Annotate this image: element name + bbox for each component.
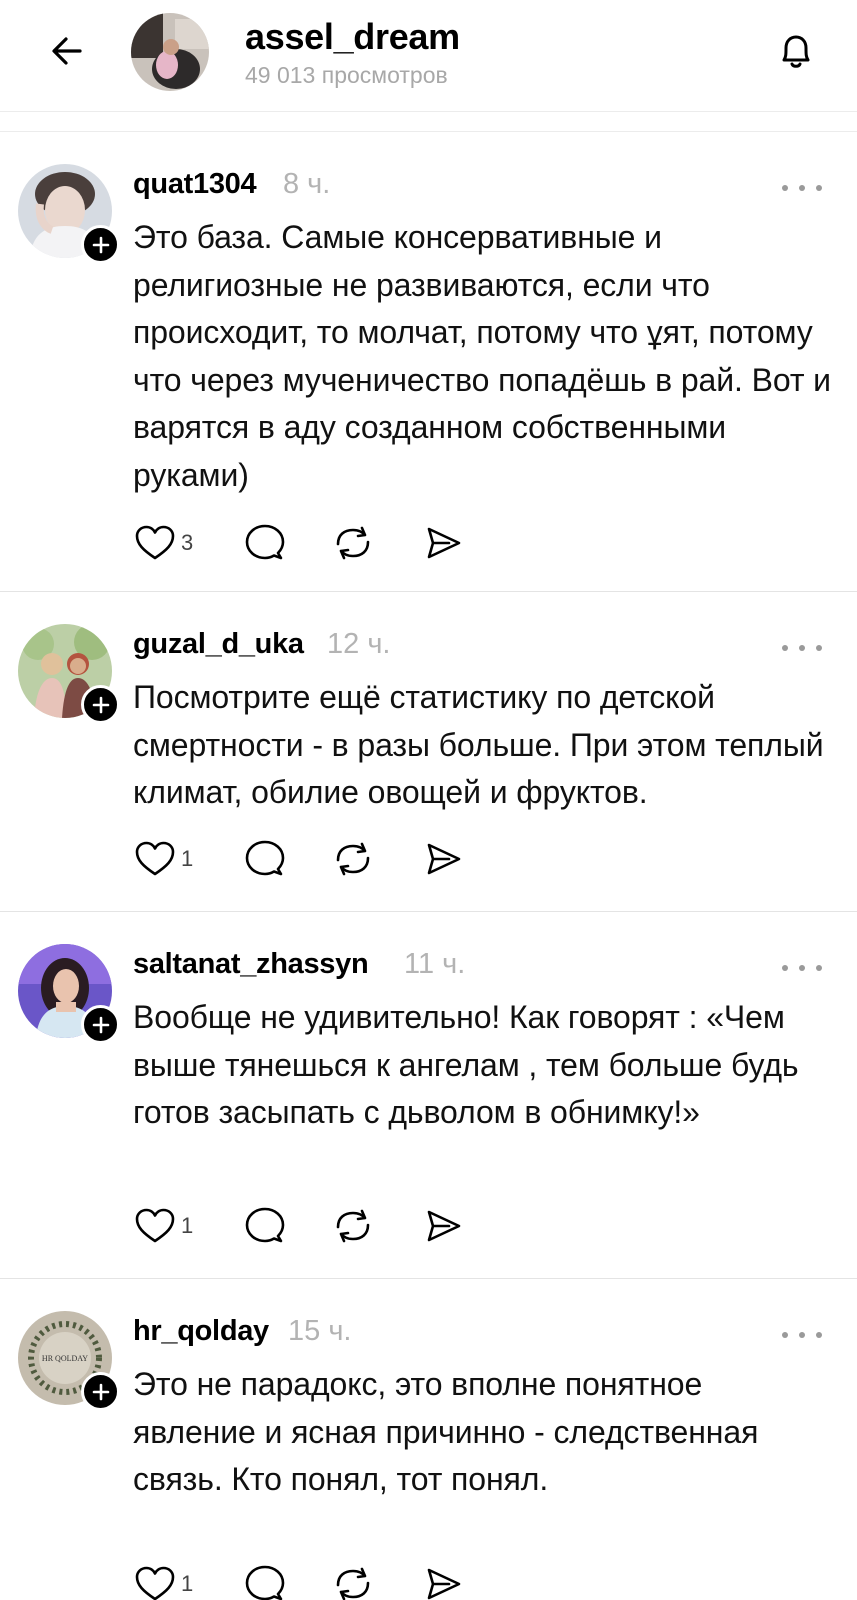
repost-icon: [336, 842, 370, 876]
heart-icon: [135, 1566, 175, 1600]
top-bar: assel_dream 49 013 просмотров: [0, 0, 857, 112]
like-button[interactable]: 1: [133, 1562, 193, 1600]
like-count: 1: [181, 1571, 194, 1596]
like-count: 1: [181, 1213, 194, 1238]
more-options-button[interactable]: [782, 958, 822, 978]
share-button[interactable]: [421, 521, 465, 565]
repost-icon: [336, 1209, 370, 1243]
comment-time: 15 ч.: [288, 1315, 352, 1347]
comment-post: guzal_d_uka 12 ч. Посмотрите ещё статист…: [0, 592, 857, 912]
send-icon: [427, 527, 461, 559]
more-options-button[interactable]: [782, 178, 822, 198]
repost-icon: [336, 526, 370, 560]
bell-icon: [782, 35, 810, 68]
heart-icon: [135, 1208, 175, 1243]
avatar-wrap: HR QOLDAY: [18, 1311, 120, 1411]
share-button[interactable]: [421, 1204, 465, 1248]
repost-button[interactable]: [331, 837, 375, 881]
plus-icon: [92, 1383, 109, 1400]
comment-text: Вообще не удивительно! Как говорят : «Че…: [133, 999, 799, 1130]
send-icon: [427, 843, 461, 875]
repost-button[interactable]: [331, 1562, 375, 1600]
comment-author[interactable]: guzal_d_uka: [133, 628, 304, 661]
arrow-left-icon: [52, 37, 82, 65]
repost-button[interactable]: [331, 521, 375, 565]
like-count: 1: [181, 846, 194, 871]
more-icon: [782, 1332, 788, 1338]
comment-post: quat1304 8 ч. Это база. Самые консервати…: [0, 132, 857, 592]
plus-icon: [92, 236, 109, 253]
back-button[interactable]: [42, 26, 92, 76]
repost-button[interactable]: [331, 1204, 375, 1248]
comment-post: saltanat_zhassyn 11 ч. Вообще не удивите…: [0, 912, 857, 1279]
send-icon: [427, 1210, 461, 1242]
reply-button[interactable]: [243, 837, 287, 881]
comment-time: 8 ч.: [283, 168, 331, 200]
like-button[interactable]: 1: [133, 1204, 193, 1248]
comment-time: 12 ч.: [327, 628, 391, 660]
reply-button[interactable]: [243, 1562, 287, 1600]
notifications-button[interactable]: [768, 24, 824, 80]
comment-author[interactable]: saltanat_zhassyn: [133, 948, 369, 981]
follow-button[interactable]: [81, 1005, 120, 1044]
avatar-wrap: [18, 164, 120, 264]
reply-button[interactable]: [243, 521, 287, 565]
profile-username[interactable]: assel_dream: [245, 16, 460, 58]
avatar-wrap: [18, 624, 120, 724]
more-icon: [782, 185, 788, 191]
plus-icon: [92, 696, 109, 713]
views-count: 49 013 просмотров: [245, 62, 448, 88]
comment-time: 11 ч.: [404, 948, 466, 980]
heart-icon: [135, 841, 175, 876]
heart-icon: [135, 525, 175, 560]
comment-author[interactable]: hr_qolday: [133, 1315, 269, 1348]
comment-icon: [245, 840, 285, 876]
send-icon: [427, 1568, 461, 1600]
follow-button[interactable]: [81, 685, 120, 724]
like-count: 3: [181, 530, 194, 555]
logo-text: HR QOLDAY: [42, 1354, 88, 1363]
comment-text: Посмотрите ещё статистику по детской сме…: [133, 679, 824, 810]
comment-post: HR QOLDAY hr_qolday 15 ч. Это не парадок…: [0, 1279, 857, 1600]
repost-icon: [336, 1567, 370, 1600]
plus-icon: [92, 1016, 109, 1033]
comment-author[interactable]: quat1304: [133, 168, 257, 201]
follow-button[interactable]: [81, 225, 120, 264]
comment-icon: [245, 524, 285, 560]
more-options-button[interactable]: [782, 638, 822, 658]
comment-icon: [245, 1565, 285, 1600]
comment-text: Это не парадокс, это вполне понятное явл…: [133, 1366, 759, 1497]
reply-button[interactable]: [243, 1204, 287, 1248]
like-button[interactable]: 1: [133, 837, 193, 881]
comment-text: Это база. Самые консервативные и религио…: [133, 219, 831, 493]
share-button[interactable]: [421, 837, 465, 881]
avatar-wrap: [18, 944, 120, 1044]
follow-button[interactable]: [81, 1372, 120, 1411]
like-button[interactable]: 3: [133, 521, 193, 565]
more-icon: [782, 645, 788, 651]
divider: [0, 112, 857, 132]
header-avatar[interactable]: [131, 13, 209, 91]
comment-icon: [245, 1207, 285, 1243]
more-icon: [782, 965, 788, 971]
more-options-button[interactable]: [782, 1325, 822, 1345]
share-button[interactable]: [421, 1562, 465, 1600]
